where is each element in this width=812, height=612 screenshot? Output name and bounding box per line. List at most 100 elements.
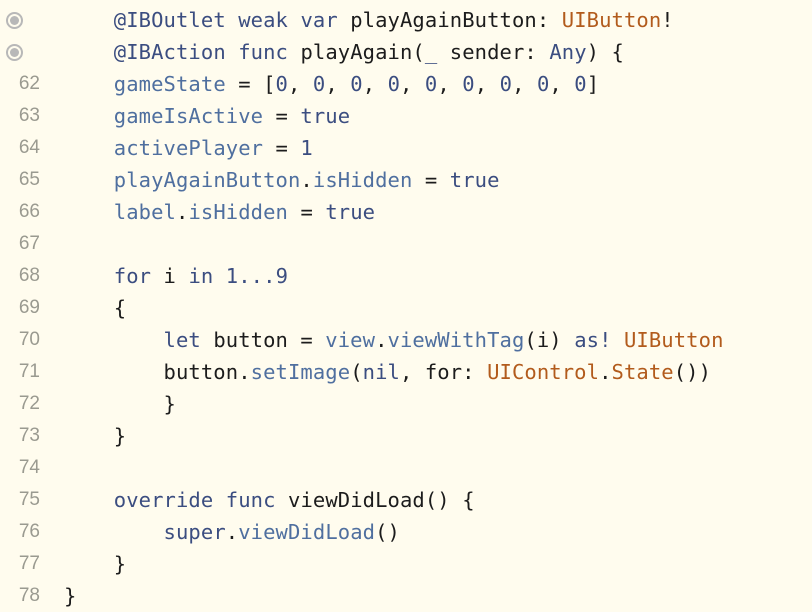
code-token: , — [474, 72, 500, 96]
code-line[interactable]: 72 } — [0, 388, 812, 420]
code-token: , — [512, 72, 537, 96]
line-number: 75 — [18, 489, 40, 510]
code-line[interactable]: 64 activePlayer = 1 — [0, 132, 812, 164]
code-line[interactable]: 78} — [0, 580, 812, 612]
code-token: = — [288, 200, 326, 224]
code-text: } — [64, 424, 126, 448]
line-number: 69 — [18, 297, 40, 318]
code-text: for i in 1...9 — [64, 264, 288, 288]
code-token: , for: — [399, 360, 488, 384]
code-token: } — [64, 584, 77, 608]
code-line[interactable]: 68 for i in 1...9 — [0, 260, 812, 292]
code-token: ( — [350, 360, 363, 384]
code-token: 0 — [462, 72, 475, 96]
code-token: } — [64, 424, 127, 448]
code-line[interactable]: 67 — [0, 228, 812, 260]
line-number: 62 — [18, 73, 40, 94]
code-text: super.viewDidLoad() — [64, 520, 400, 544]
code-line[interactable]: 62 gameState = [0, 0, 0, 0, 0, 0, 0, 0, … — [0, 68, 812, 100]
code-token: button = — [200, 328, 326, 352]
code-text: playAgainButton.isHidden = true — [64, 168, 500, 192]
code-text: override func viewDidLoad() { — [64, 488, 475, 512]
code-text: @IBAction func playAgain(_ sender: Any) … — [64, 40, 624, 64]
code-editor[interactable]: @IBOutlet weak var playAgainButton: UIBu… — [0, 0, 812, 612]
code-text: @IBOutlet weak var playAgainButton: UIBu… — [64, 8, 674, 32]
code-token: 0 — [424, 72, 438, 96]
code-text: } — [64, 552, 126, 576]
code-token: in — [188, 264, 214, 288]
code-line[interactable]: 75 override func viewDidLoad() { — [0, 484, 812, 516]
code-text: label.isHidden = true — [64, 200, 375, 224]
code-token: viewDidLoad — [238, 520, 376, 544]
code-token: playAgainButton: — [337, 8, 562, 32]
code-token: } — [64, 392, 176, 416]
line-number: 77 — [18, 553, 40, 574]
code-token: UIButton — [623, 328, 724, 352]
code-token: 0 — [536, 72, 550, 96]
code-token: UIControl — [487, 360, 600, 384]
code-token: 9 — [275, 264, 289, 288]
code-line[interactable]: @IBAction func playAgain(_ sender: Any) … — [0, 36, 812, 68]
code-token: super — [163, 520, 226, 544]
code-line[interactable]: 69 { — [0, 292, 812, 324]
code-text: { — [64, 296, 126, 320]
line-number: 76 — [18, 521, 40, 542]
code-token: = — [263, 136, 301, 160]
code-text: } — [64, 392, 176, 416]
connection-action-icon[interactable] — [6, 43, 23, 61]
code-token: ) { — [586, 40, 624, 64]
code-line[interactable]: 76 super.viewDidLoad() — [0, 516, 812, 548]
code-token: ... — [238, 264, 276, 288]
line-number: 68 — [18, 265, 40, 286]
code-line[interactable]: 73 } — [0, 420, 812, 452]
code-line[interactable]: 70 let button = view.viewWithTag(i) as! … — [0, 324, 812, 356]
line-number: 70 — [18, 329, 40, 350]
code-line[interactable]: 77 } — [0, 548, 812, 580]
code-line[interactable]: 71 button.setImage(nil, for: UIControl.S… — [0, 356, 812, 388]
code-token: (i) — [524, 328, 575, 352]
code-token: ] — [586, 72, 600, 96]
connection-outlet-icon[interactable] — [6, 11, 23, 29]
line-number: 74 — [18, 457, 40, 478]
line-number: 67 — [18, 233, 40, 254]
code-token: activePlayer — [113, 136, 264, 160]
code-token: 1 — [225, 264, 239, 288]
code-token: . — [599, 360, 612, 384]
code-token: label — [113, 200, 176, 224]
code-token: = — [263, 104, 301, 128]
code-token: i — [151, 264, 189, 288]
code-token: { — [64, 296, 127, 320]
code-token: viewDidLoad() { — [275, 488, 475, 512]
code-token: sender: — [437, 40, 550, 64]
code-token: 0 — [275, 72, 288, 96]
code-text: button.setImage(nil, for: UIControl.Stat… — [64, 360, 711, 384]
code-token: viewWithTag — [387, 328, 525, 352]
code-text: activePlayer = 1 — [64, 136, 313, 160]
code-token: playAgain( — [288, 40, 425, 64]
code-token: , — [362, 72, 388, 96]
code-token: button. — [64, 360, 251, 384]
code-line[interactable]: 74 — [0, 452, 812, 484]
code-line[interactable]: 66 label.isHidden = true — [0, 196, 812, 228]
code-token: UIButton — [561, 8, 662, 32]
code-line[interactable]: 63 gameIsActive = true — [0, 100, 812, 132]
code-token: func — [238, 40, 288, 64]
line-number: 66 — [18, 201, 40, 222]
code-token: ! — [661, 8, 674, 32]
code-token: setImage — [250, 360, 351, 384]
code-token: isHidden — [312, 168, 413, 192]
code-token: true — [300, 104, 351, 128]
code-line[interactable]: 65 playAgainButton.isHidden = true — [0, 164, 812, 196]
code-line[interactable]: @IBOutlet weak var playAgainButton: UIBu… — [0, 4, 812, 36]
code-text: let button = view.viewWithTag(i) as! UIB… — [64, 328, 724, 352]
line-number: 71 — [18, 361, 40, 382]
